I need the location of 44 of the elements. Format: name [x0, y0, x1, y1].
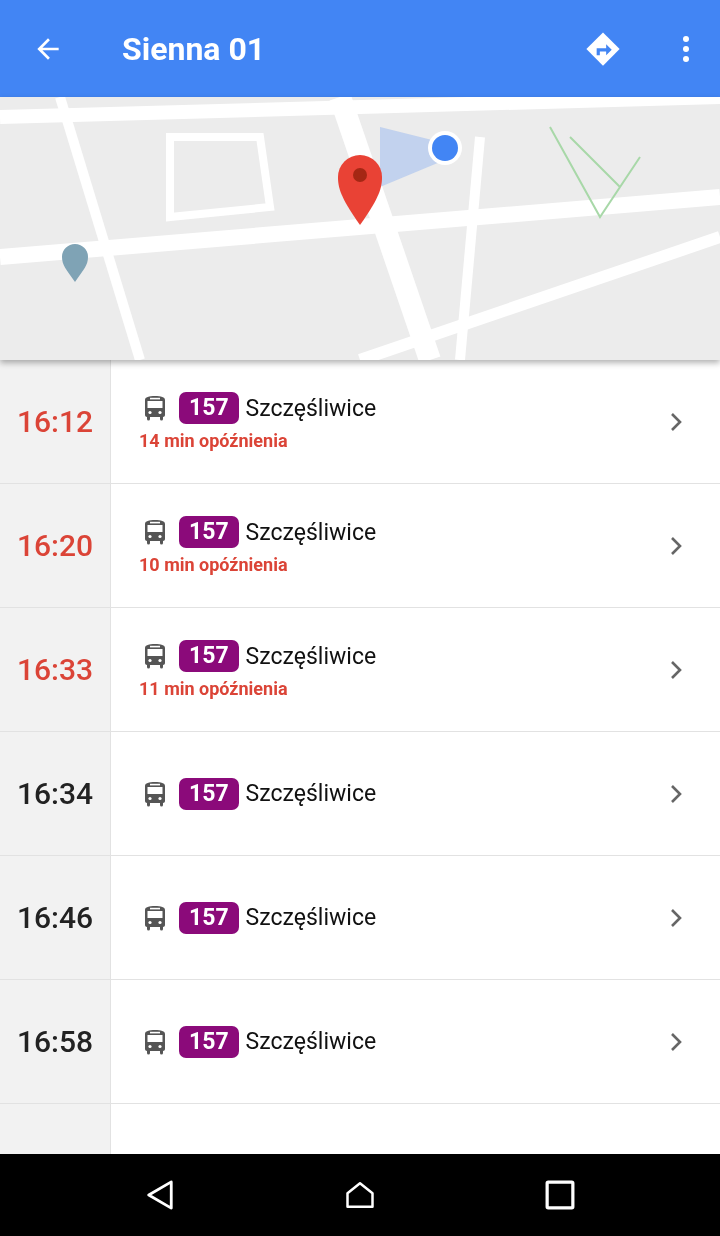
bus-icon	[143, 519, 167, 545]
bus-icon	[143, 395, 167, 421]
departure-time: 16:46	[16, 900, 94, 935]
delay-text: 11 min opóźnienia	[139, 678, 289, 699]
chevron-right-icon	[670, 411, 682, 432]
home-icon[interactable]	[345, 1180, 375, 1210]
delay-text: 14 min opóźnienia	[139, 430, 289, 451]
bus-icon	[143, 780, 167, 807]
chevron-right-icon	[670, 907, 682, 928]
departure-time: 16:33	[16, 652, 94, 687]
departure-time: 16:12	[16, 404, 94, 439]
line-number-badge: 157	[179, 392, 239, 424]
departure-row[interactable]: 157 Szczęśliwice 10 min opóźnienia	[111, 484, 720, 607]
line-number-badge: 157	[179, 901, 239, 934]
destination: Szczęśliwice	[245, 394, 377, 422]
departure-row[interactable]: 157 Szczęśliwice	[111, 856, 720, 979]
departure-row[interactable]: 157 Szczęśliwice	[111, 732, 720, 855]
line-number-badge: 157	[179, 777, 239, 810]
departure-time: 16:20	[16, 528, 94, 563]
delay-text: 10 min opóźnienia	[139, 554, 289, 575]
screen-title: Sienna 01	[122, 29, 267, 68]
bus-icon	[143, 1028, 167, 1055]
departure-row[interactable]: 157 Szczęśliwice 14 min opóźnienia	[111, 360, 720, 483]
destination: Szczęśliwice	[245, 904, 377, 931]
chevron-right-icon	[670, 659, 682, 680]
destination: Szczęśliwice	[245, 780, 377, 807]
line-number-badge: 157	[179, 640, 239, 672]
bus-icon	[143, 643, 167, 669]
more-icon[interactable]	[682, 34, 690, 63]
recent-apps-icon[interactable]	[545, 1180, 575, 1210]
chevron-right-icon	[670, 1031, 682, 1052]
departure-time: 16:58	[16, 1024, 94, 1059]
line-number-badge: 157	[179, 1025, 239, 1058]
departure-time: 16:34	[16, 776, 94, 811]
departure-row[interactable]: 157 Szczęśliwice	[111, 980, 720, 1103]
bus-icon	[143, 904, 167, 931]
departure-row[interactable]: 157 Szczęśliwice 11 min opóźnienia	[111, 608, 720, 731]
destination: Szczęśliwice	[245, 642, 377, 670]
destination: Szczęśliwice	[245, 518, 377, 546]
chevron-right-icon	[670, 783, 682, 804]
chevron-right-icon	[670, 535, 682, 556]
line-number-badge: 157	[179, 516, 239, 548]
destination: Szczęśliwice	[245, 1028, 377, 1055]
back-icon[interactable]	[145, 1180, 175, 1210]
